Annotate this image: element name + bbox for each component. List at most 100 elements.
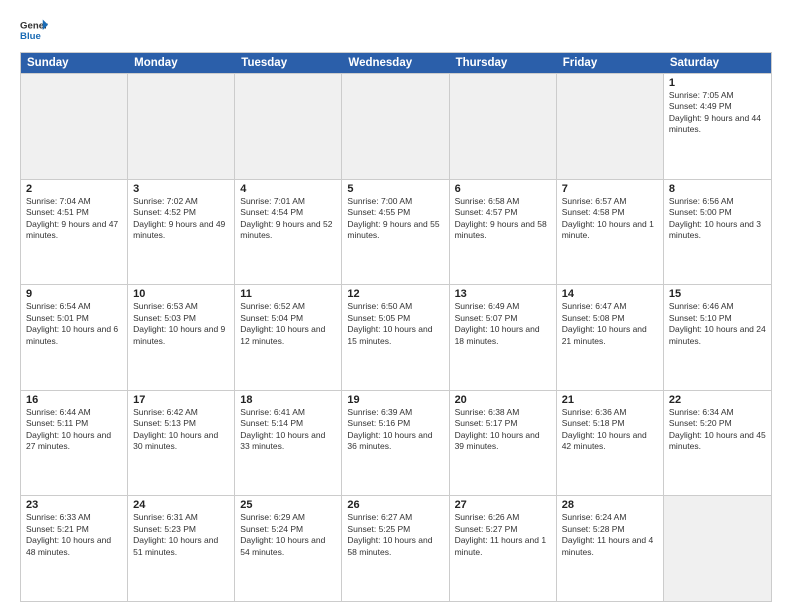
calendar-day-14: 14Sunrise: 6:47 AM Sunset: 5:08 PM Dayli…	[557, 285, 664, 390]
calendar-body: 1Sunrise: 7:05 AM Sunset: 4:49 PM Daylig…	[21, 73, 771, 601]
calendar-day-15: 15Sunrise: 6:46 AM Sunset: 5:10 PM Dayli…	[664, 285, 771, 390]
day-number: 5	[347, 183, 443, 195]
day-info: Sunrise: 6:44 AM Sunset: 5:11 PM Dayligh…	[26, 407, 122, 453]
day-number: 3	[133, 183, 229, 195]
calendar-day-16: 16Sunrise: 6:44 AM Sunset: 5:11 PM Dayli…	[21, 391, 128, 496]
day-number: 4	[240, 183, 336, 195]
calendar-cell-empty	[128, 74, 235, 179]
day-number: 1	[669, 77, 766, 89]
day-number: 24	[133, 499, 229, 511]
day-number: 9	[26, 288, 122, 300]
calendar-day-20: 20Sunrise: 6:38 AM Sunset: 5:17 PM Dayli…	[450, 391, 557, 496]
day-info: Sunrise: 6:54 AM Sunset: 5:01 PM Dayligh…	[26, 301, 122, 347]
calendar-day-24: 24Sunrise: 6:31 AM Sunset: 5:23 PM Dayli…	[128, 496, 235, 601]
calendar-header-thursday: Thursday	[450, 53, 557, 73]
day-number: 22	[669, 394, 766, 406]
day-number: 13	[455, 288, 551, 300]
day-info: Sunrise: 7:00 AM Sunset: 4:55 PM Dayligh…	[347, 196, 443, 242]
day-number: 21	[562, 394, 658, 406]
calendar-day-3: 3Sunrise: 7:02 AM Sunset: 4:52 PM Daylig…	[128, 180, 235, 285]
calendar-header-friday: Friday	[557, 53, 664, 73]
day-info: Sunrise: 7:02 AM Sunset: 4:52 PM Dayligh…	[133, 196, 229, 242]
day-number: 14	[562, 288, 658, 300]
day-number: 19	[347, 394, 443, 406]
calendar-day-8: 8Sunrise: 6:56 AM Sunset: 5:00 PM Daylig…	[664, 180, 771, 285]
day-number: 23	[26, 499, 122, 511]
calendar-header-saturday: Saturday	[664, 53, 771, 73]
calendar-day-5: 5Sunrise: 7:00 AM Sunset: 4:55 PM Daylig…	[342, 180, 449, 285]
calendar-cell-empty	[235, 74, 342, 179]
day-info: Sunrise: 6:34 AM Sunset: 5:20 PM Dayligh…	[669, 407, 766, 453]
calendar-week-3: 9Sunrise: 6:54 AM Sunset: 5:01 PM Daylig…	[21, 284, 771, 390]
calendar-day-4: 4Sunrise: 7:01 AM Sunset: 4:54 PM Daylig…	[235, 180, 342, 285]
header: General Blue	[20, 16, 772, 44]
calendar-week-2: 2Sunrise: 7:04 AM Sunset: 4:51 PM Daylig…	[21, 179, 771, 285]
calendar-day-11: 11Sunrise: 6:52 AM Sunset: 5:04 PM Dayli…	[235, 285, 342, 390]
calendar-week-5: 23Sunrise: 6:33 AM Sunset: 5:21 PM Dayli…	[21, 495, 771, 601]
day-number: 26	[347, 499, 443, 511]
day-number: 6	[455, 183, 551, 195]
calendar-day-9: 9Sunrise: 6:54 AM Sunset: 5:01 PM Daylig…	[21, 285, 128, 390]
day-info: Sunrise: 6:24 AM Sunset: 5:28 PM Dayligh…	[562, 512, 658, 558]
calendar-day-2: 2Sunrise: 7:04 AM Sunset: 4:51 PM Daylig…	[21, 180, 128, 285]
calendar-week-4: 16Sunrise: 6:44 AM Sunset: 5:11 PM Dayli…	[21, 390, 771, 496]
day-info: Sunrise: 6:50 AM Sunset: 5:05 PM Dayligh…	[347, 301, 443, 347]
day-info: Sunrise: 6:26 AM Sunset: 5:27 PM Dayligh…	[455, 512, 551, 558]
day-info: Sunrise: 6:56 AM Sunset: 5:00 PM Dayligh…	[669, 196, 766, 242]
calendar-day-23: 23Sunrise: 6:33 AM Sunset: 5:21 PM Dayli…	[21, 496, 128, 601]
calendar-day-27: 27Sunrise: 6:26 AM Sunset: 5:27 PM Dayli…	[450, 496, 557, 601]
calendar-week-1: 1Sunrise: 7:05 AM Sunset: 4:49 PM Daylig…	[21, 73, 771, 179]
day-info: Sunrise: 6:47 AM Sunset: 5:08 PM Dayligh…	[562, 301, 658, 347]
calendar-day-7: 7Sunrise: 6:57 AM Sunset: 4:58 PM Daylig…	[557, 180, 664, 285]
calendar-day-6: 6Sunrise: 6:58 AM Sunset: 4:57 PM Daylig…	[450, 180, 557, 285]
day-info: Sunrise: 6:52 AM Sunset: 5:04 PM Dayligh…	[240, 301, 336, 347]
day-info: Sunrise: 6:53 AM Sunset: 5:03 PM Dayligh…	[133, 301, 229, 347]
day-number: 20	[455, 394, 551, 406]
calendar-day-22: 22Sunrise: 6:34 AM Sunset: 5:20 PM Dayli…	[664, 391, 771, 496]
day-info: Sunrise: 6:58 AM Sunset: 4:57 PM Dayligh…	[455, 196, 551, 242]
day-info: Sunrise: 6:38 AM Sunset: 5:17 PM Dayligh…	[455, 407, 551, 453]
day-number: 28	[562, 499, 658, 511]
day-info: Sunrise: 7:04 AM Sunset: 4:51 PM Dayligh…	[26, 196, 122, 242]
day-number: 16	[26, 394, 122, 406]
calendar-day-25: 25Sunrise: 6:29 AM Sunset: 5:24 PM Dayli…	[235, 496, 342, 601]
calendar-day-10: 10Sunrise: 6:53 AM Sunset: 5:03 PM Dayli…	[128, 285, 235, 390]
day-info: Sunrise: 6:42 AM Sunset: 5:13 PM Dayligh…	[133, 407, 229, 453]
logo-icon: General Blue	[20, 16, 48, 44]
day-info: Sunrise: 6:36 AM Sunset: 5:18 PM Dayligh…	[562, 407, 658, 453]
day-number: 25	[240, 499, 336, 511]
calendar-day-19: 19Sunrise: 6:39 AM Sunset: 5:16 PM Dayli…	[342, 391, 449, 496]
day-info: Sunrise: 6:46 AM Sunset: 5:10 PM Dayligh…	[669, 301, 766, 347]
day-info: Sunrise: 6:31 AM Sunset: 5:23 PM Dayligh…	[133, 512, 229, 558]
calendar-header-sunday: Sunday	[21, 53, 128, 73]
day-info: Sunrise: 6:57 AM Sunset: 4:58 PM Dayligh…	[562, 196, 658, 242]
day-number: 11	[240, 288, 336, 300]
day-number: 10	[133, 288, 229, 300]
day-info: Sunrise: 7:05 AM Sunset: 4:49 PM Dayligh…	[669, 90, 766, 136]
day-info: Sunrise: 6:39 AM Sunset: 5:16 PM Dayligh…	[347, 407, 443, 453]
calendar-day-21: 21Sunrise: 6:36 AM Sunset: 5:18 PM Dayli…	[557, 391, 664, 496]
calendar-cell-empty	[557, 74, 664, 179]
calendar-cell-empty	[21, 74, 128, 179]
calendar-day-18: 18Sunrise: 6:41 AM Sunset: 5:14 PM Dayli…	[235, 391, 342, 496]
day-number: 18	[240, 394, 336, 406]
calendar-cell-empty	[664, 496, 771, 601]
day-info: Sunrise: 7:01 AM Sunset: 4:54 PM Dayligh…	[240, 196, 336, 242]
day-number: 27	[455, 499, 551, 511]
day-info: Sunrise: 6:29 AM Sunset: 5:24 PM Dayligh…	[240, 512, 336, 558]
page: General Blue SundayMondayTuesdayWednesda…	[0, 0, 792, 612]
calendar-cell-empty	[342, 74, 449, 179]
calendar-header-tuesday: Tuesday	[235, 53, 342, 73]
calendar-day-26: 26Sunrise: 6:27 AM Sunset: 5:25 PM Dayli…	[342, 496, 449, 601]
calendar-cell-empty	[450, 74, 557, 179]
logo: General Blue	[20, 16, 48, 44]
day-number: 17	[133, 394, 229, 406]
day-number: 15	[669, 288, 766, 300]
calendar-day-12: 12Sunrise: 6:50 AM Sunset: 5:05 PM Dayli…	[342, 285, 449, 390]
day-info: Sunrise: 6:49 AM Sunset: 5:07 PM Dayligh…	[455, 301, 551, 347]
day-number: 12	[347, 288, 443, 300]
calendar-header-row: SundayMondayTuesdayWednesdayThursdayFrid…	[21, 53, 771, 73]
day-info: Sunrise: 6:27 AM Sunset: 5:25 PM Dayligh…	[347, 512, 443, 558]
day-info: Sunrise: 6:41 AM Sunset: 5:14 PM Dayligh…	[240, 407, 336, 453]
svg-text:Blue: Blue	[20, 31, 41, 42]
